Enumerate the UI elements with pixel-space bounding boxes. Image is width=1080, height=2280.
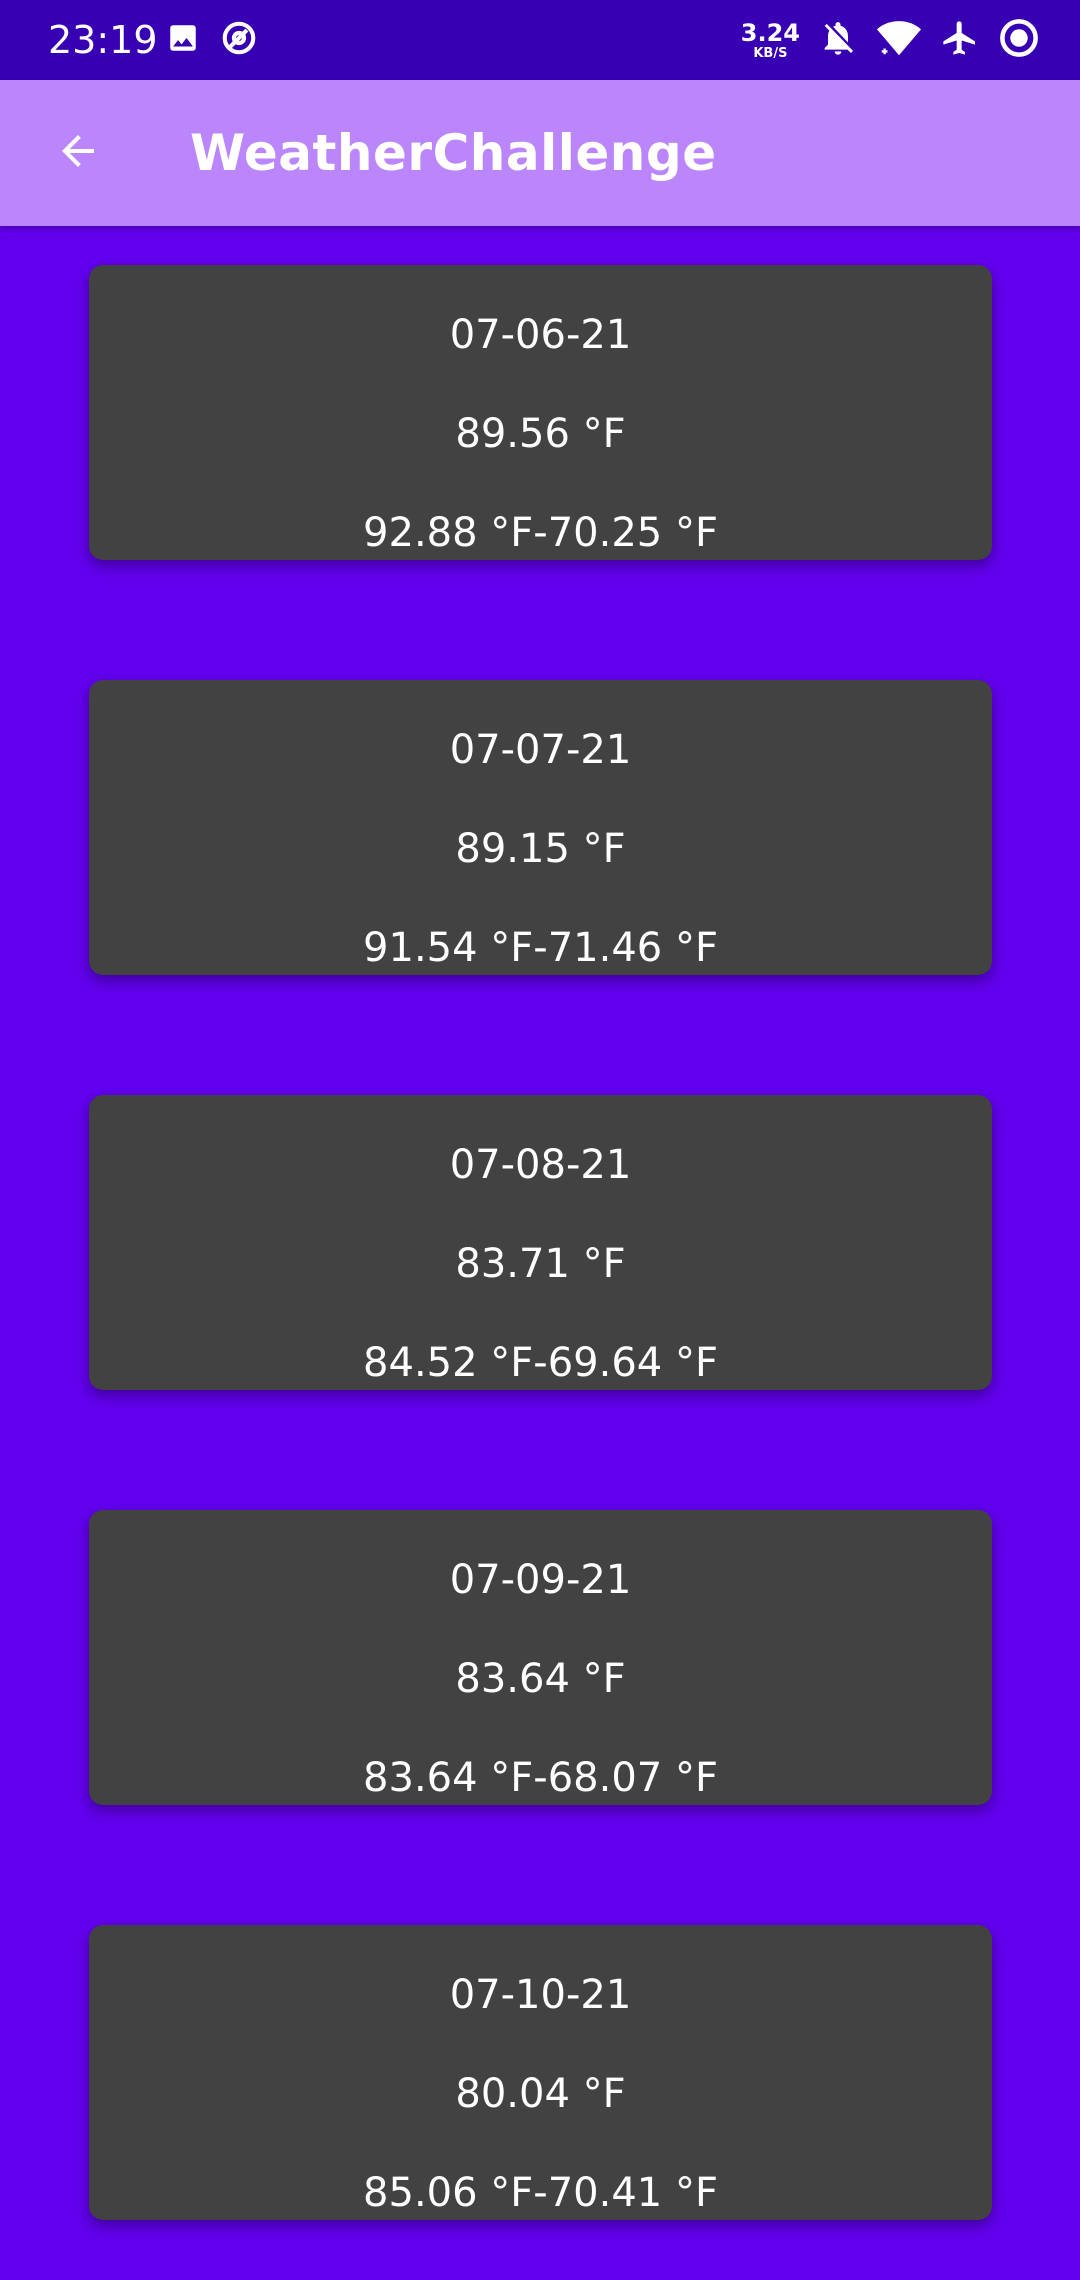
status-right-icons: 3.24 KB/S [741,0,1040,80]
notifications-off-icon [818,18,858,63]
status-left-icons [166,20,258,60]
forecast-temp: 83.64 °F [455,1656,626,1702]
app-title: WeatherChallenge [190,124,717,182]
network-speed-value: 3.24 [740,18,800,47]
image-icon [166,21,200,60]
airplane-icon [940,18,980,63]
forecast-card[interactable]: 07-10-21 80.04 °F 85.06 °F-70.41 °F [89,1925,992,2220]
status-time: 23:19 [48,18,158,62]
forecast-card[interactable]: 07-06-21 89.56 °F 92.88 °F-70.25 °F [89,265,992,560]
status-bar: 23:19 3.24 KB/S [0,0,1080,80]
forecast-card[interactable]: 07-08-21 83.71 °F 84.52 °F-69.64 °F [89,1095,992,1390]
forecast-range: 92.88 °F-70.25 °F [363,510,718,556]
forecast-temp: 89.15 °F [455,826,626,872]
forecast-range: 85.06 °F-70.41 °F [363,2170,718,2216]
forecast-range: 84.52 °F-69.64 °F [363,1340,718,1386]
forecast-range: 83.64 °F-68.07 °F [363,1755,718,1801]
record-icon [998,17,1040,64]
forecast-card[interactable]: 07-07-21 89.15 °F 91.54 °F-71.46 °F [89,680,992,975]
network-speed-unit: KB/S [753,45,788,61]
app-bar: WeatherChallenge [0,80,1080,226]
sync-icon [220,19,258,62]
back-button[interactable] [38,113,118,193]
network-speed: 3.24 KB/S [741,21,800,60]
wifi-icon [876,18,922,63]
forecast-date: 07-09-21 [449,1557,632,1603]
forecast-card[interactable]: 07-09-21 83.64 °F 83.64 °F-68.07 °F [89,1510,992,1805]
forecast-temp: 83.71 °F [455,1241,626,1287]
forecast-temp: 80.04 °F [455,2071,626,2117]
forecast-temp: 89.56 °F [455,411,626,457]
forecast-date: 07-06-21 [449,312,632,358]
forecast-range: 91.54 °F-71.46 °F [363,925,718,971]
forecast-date: 07-08-21 [449,1142,632,1188]
forecast-date: 07-10-21 [449,1972,632,2018]
forecast-date: 07-07-21 [449,727,632,773]
arrow-back-icon[interactable] [54,127,102,180]
